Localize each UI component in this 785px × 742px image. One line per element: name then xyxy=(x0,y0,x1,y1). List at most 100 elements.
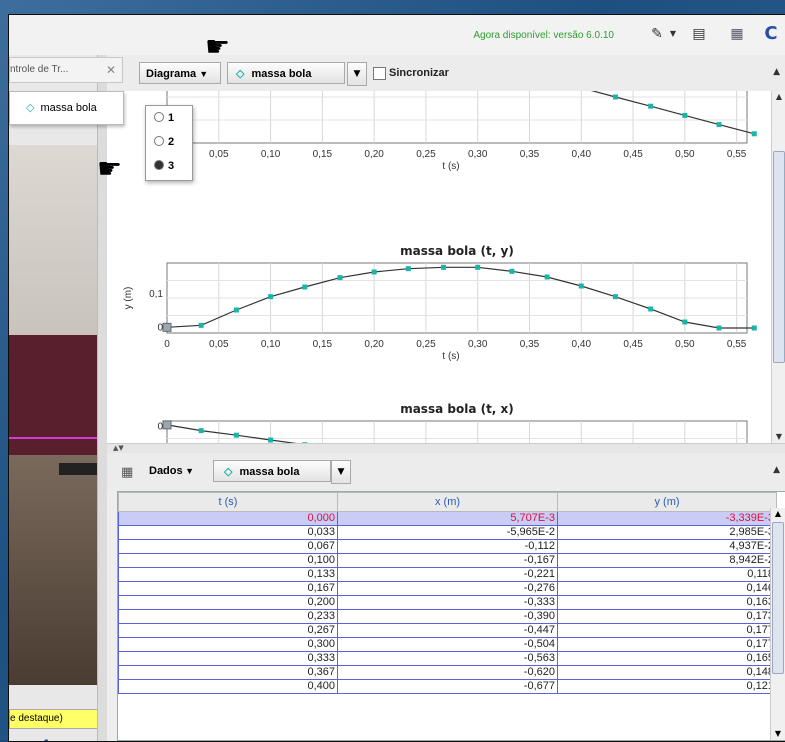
cell-x[interactable]: -0,504 xyxy=(337,637,558,652)
cell-y[interactable]: 2,985E-3 xyxy=(557,525,777,540)
table-row[interactable]: 0,000 5,707E-3 -3,339E-3 xyxy=(118,511,777,526)
close-icon[interactable]: ✕ xyxy=(106,58,116,82)
data-track-selector[interactable]: ◇ massa bola xyxy=(213,460,331,482)
track-popup-item[interactable]: ◇ massa bola xyxy=(9,91,124,125)
cell-t[interactable]: 0,200 xyxy=(118,595,338,610)
calendar-icon[interactable]: ▤ xyxy=(690,25,708,43)
cell-x[interactable]: -0,447 xyxy=(337,623,558,638)
cell-x[interactable]: -0,390 xyxy=(337,609,558,624)
cell-x[interactable]: -0,677 xyxy=(337,679,558,694)
data-point xyxy=(405,266,411,272)
x-tick-label: 0,05 xyxy=(209,149,229,160)
data-point xyxy=(716,325,722,331)
scroll-up-icon[interactable]: ▲ xyxy=(771,508,785,520)
x-tick-label: 0,25 xyxy=(416,339,436,350)
table-row[interactable]: 0,033 -5,965E-2 2,985E-3 xyxy=(118,525,777,540)
cell-y[interactable]: 0,118 xyxy=(557,567,777,582)
table-row[interactable]: 0,233 -0,390 0,173 xyxy=(118,609,777,624)
table-row[interactable]: 0,333 -0,563 0,165 xyxy=(118,651,777,666)
cell-x[interactable]: 5,707E-3 xyxy=(337,511,558,526)
diagram-label: Diagrama xyxy=(146,68,197,80)
scroll-down-icon[interactable]: ▼ xyxy=(772,431,785,443)
cell-y[interactable]: 0,177 xyxy=(557,623,777,638)
track-popup-label: massa bola xyxy=(40,102,97,114)
radio-icon xyxy=(154,112,164,122)
diagram-option-3[interactable]: 3 xyxy=(146,154,192,178)
cell-t[interactable]: 0,067 xyxy=(118,539,338,554)
table-row[interactable]: 0,267 -0,447 0,177 xyxy=(118,623,777,638)
cell-t[interactable]: 0,233 xyxy=(118,609,338,624)
table-scrollbar[interactable]: ▲ ▼ xyxy=(770,508,785,740)
sync-checkbox[interactable] xyxy=(373,67,386,80)
diagram-dropdown[interactable]: Diagrama ▼ xyxy=(139,62,221,84)
cell-x[interactable]: -0,620 xyxy=(337,665,558,680)
diagram-option-1[interactable]: 1 xyxy=(146,106,192,130)
cell-y[interactable]: 4,937E-2 xyxy=(557,539,777,554)
right-panel: Diagrama ▼ ◇ massa bola ▼ Sincronizar ▲ … xyxy=(107,55,785,741)
cell-y[interactable]: 0,173 xyxy=(557,609,777,624)
cell-x[interactable]: -0,221 xyxy=(337,567,558,582)
column-header-t[interactable]: t (s) xyxy=(118,492,338,512)
cell-x[interactable]: -0,563 xyxy=(337,651,558,666)
cell-y[interactable]: 0,148 xyxy=(557,665,777,680)
table-row[interactable]: 0,400 -0,677 0,121 xyxy=(118,679,777,694)
cell-x[interactable]: -0,333 xyxy=(337,595,558,610)
refresh-icon[interactable]: C xyxy=(762,25,780,43)
cell-y[interactable]: 0,165 xyxy=(557,651,777,666)
scroll-thumb[interactable] xyxy=(772,522,784,674)
table-row[interactable]: 0,100 -0,167 8,942E-2 xyxy=(118,553,777,568)
data-point xyxy=(198,322,204,328)
column-header-y[interactable]: y (m) xyxy=(557,492,777,512)
table-row[interactable]: 0,200 -0,333 0,163 xyxy=(118,595,777,610)
cell-y[interactable]: 0,121 xyxy=(557,679,777,694)
table-row[interactable]: 0,167 -0,276 0,146 xyxy=(118,581,777,596)
cell-x[interactable]: -0,276 xyxy=(337,581,558,596)
table-row[interactable]: 0,367 -0,620 0,148 xyxy=(118,665,777,680)
cell-t[interactable]: 0,133 xyxy=(118,567,338,582)
plot-scrollbar[interactable]: ▲ ▼ xyxy=(771,91,785,443)
cell-x[interactable]: -5,965E-2 xyxy=(337,525,558,540)
cell-t[interactable]: 0,333 xyxy=(118,651,338,666)
diagram-option-label: 2 xyxy=(168,136,175,148)
cell-y[interactable]: 0,146 xyxy=(557,581,777,596)
table-row[interactable]: 0,133 -0,221 0,118 xyxy=(118,567,777,582)
cell-t[interactable]: 0,300 xyxy=(118,637,338,652)
cell-t[interactable]: 0,000 xyxy=(118,511,338,526)
data-dropdown[interactable]: Dados ▼ xyxy=(143,460,205,482)
cell-t[interactable]: 0,367 xyxy=(118,665,338,680)
column-header-x[interactable]: x (m) xyxy=(337,492,558,512)
cell-t[interactable]: 0,267 xyxy=(118,623,338,638)
cell-t[interactable]: 0,033 xyxy=(118,525,338,540)
update-available-link[interactable]: Agora disponível: versão 6.0.10 xyxy=(473,30,614,41)
cell-t[interactable]: 0,400 xyxy=(118,679,338,694)
x-tick-label: 0,05 xyxy=(209,339,229,350)
cell-x[interactable]: -0,167 xyxy=(337,553,558,568)
cell-t[interactable]: 0,100 xyxy=(118,553,338,568)
highlight-label[interactable]: e destaque) xyxy=(9,709,99,729)
memory-icon[interactable]: ▦ xyxy=(728,25,746,43)
table-row[interactable]: 0,067 -0,112 4,937E-2 xyxy=(118,539,777,554)
collapse-icon[interactable]: ▲ xyxy=(773,465,780,475)
data-point xyxy=(751,131,757,137)
data-toolbar: ▦ Dados ▼ ◇ massa bola ▼ ▲ xyxy=(107,453,785,491)
table-row[interactable]: 0,300 -0,504 0,177 xyxy=(118,637,777,652)
scroll-down-icon[interactable]: ▼ xyxy=(771,728,785,740)
cell-t[interactable]: 0,167 xyxy=(118,581,338,596)
track-selector[interactable]: ◇ massa bola xyxy=(227,62,345,84)
data-track-dropdown-arrow[interactable]: ▼ xyxy=(331,460,351,484)
scroll-up-icon[interactable]: ▲ xyxy=(772,91,785,103)
track-control-tab[interactable]: ntrole de Tr... ✕ xyxy=(9,57,123,83)
collapse-icon[interactable]: ▲ xyxy=(773,67,780,77)
video-frame[interactable] xyxy=(9,145,97,685)
video-table xyxy=(59,463,97,475)
diagram-option-2[interactable]: 2 xyxy=(146,130,192,154)
chevron-down-icon[interactable]: ▼ xyxy=(664,25,682,43)
scroll-thumb[interactable] xyxy=(773,151,785,363)
cell-y[interactable]: 0,163 xyxy=(557,595,777,610)
cell-y[interactable]: 0,177 xyxy=(557,637,777,652)
cell-y[interactable]: -3,339E-3 xyxy=(557,511,777,526)
track-dropdown-arrow[interactable]: ▼ xyxy=(347,62,367,86)
cell-x[interactable]: -0,112 xyxy=(337,539,558,554)
cell-y[interactable]: 8,942E-2 xyxy=(557,553,777,568)
x-tick-label: 0,30 xyxy=(468,339,488,350)
